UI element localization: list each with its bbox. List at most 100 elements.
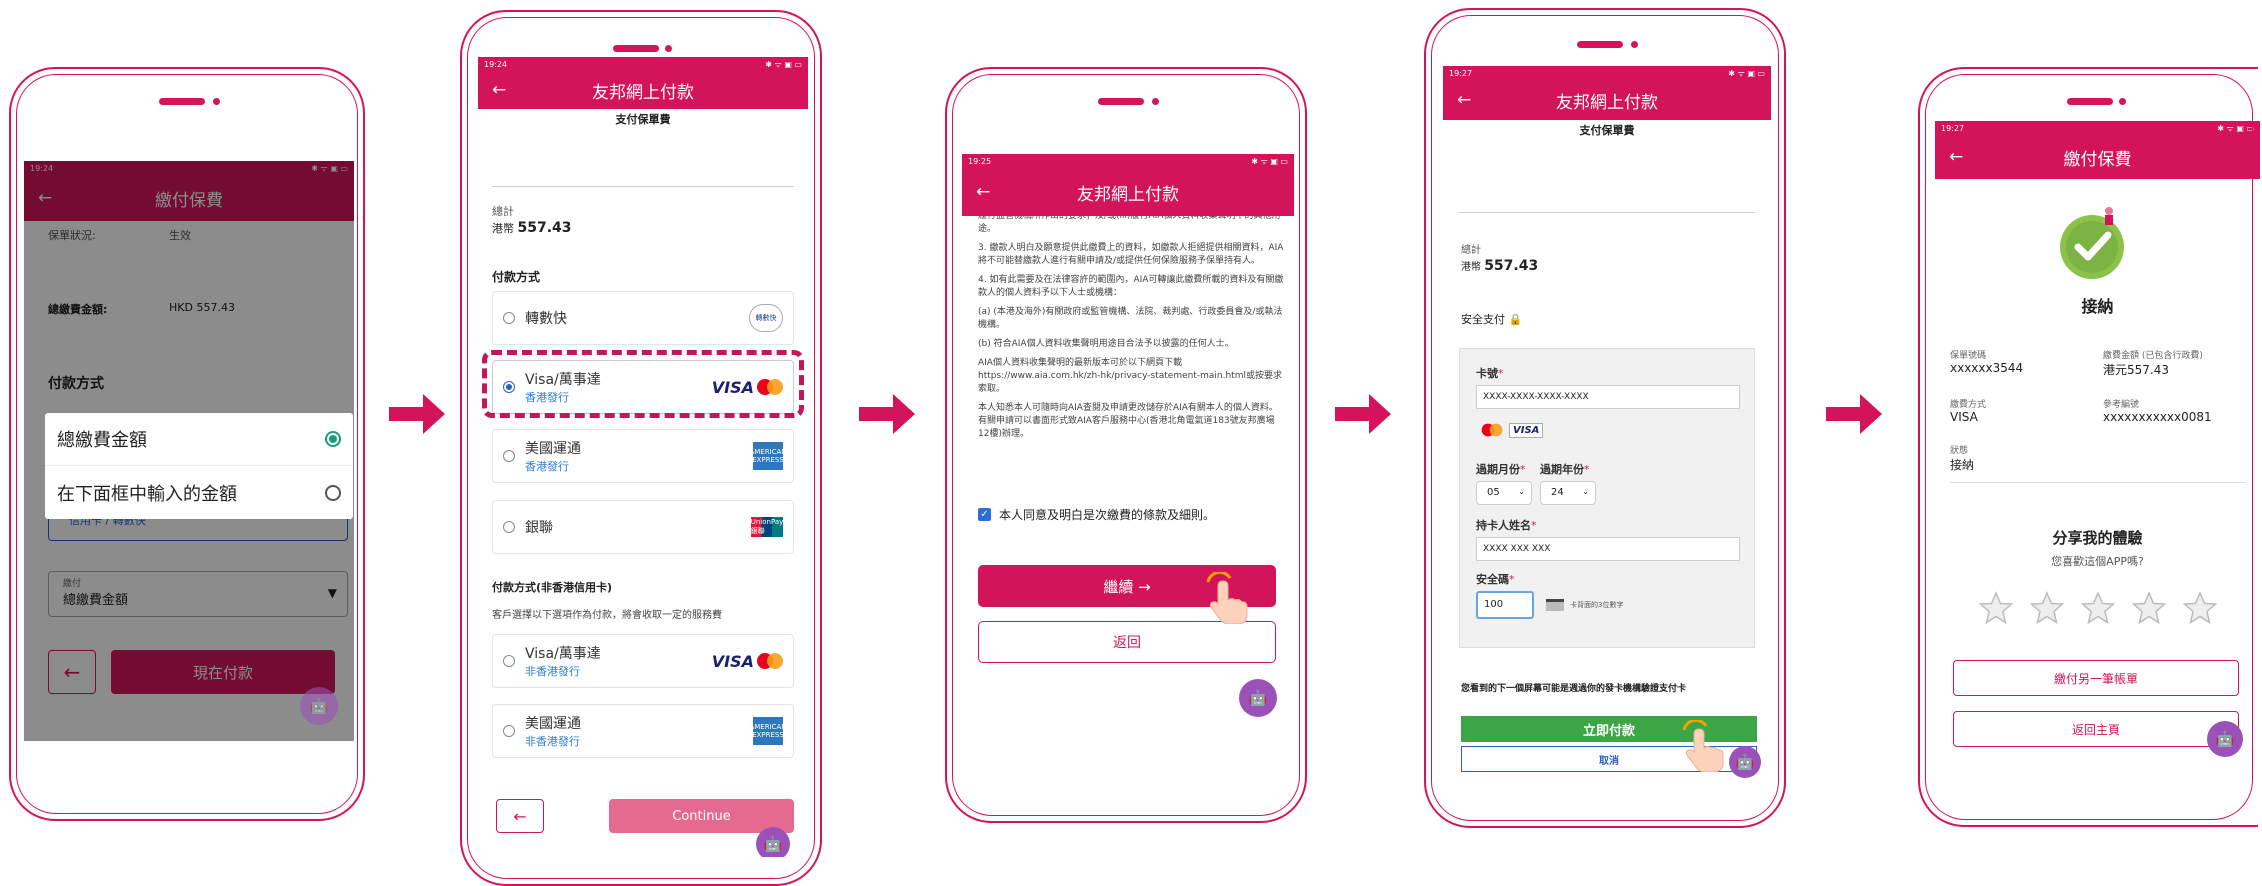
dropdown-option-custom[interactable]: 在下面框中輸入的金額 bbox=[45, 466, 353, 519]
terms-text: 履行監管機構所作出的要求；及/或(iii)履行AIA個人資料收集聲明中的其他用途… bbox=[962, 210, 1294, 441]
return-button[interactable]: 返回 bbox=[978, 621, 1276, 663]
title-bar: ← 繳付保費 bbox=[1935, 135, 2260, 179]
method-label: 繳費方式 bbox=[1950, 400, 1987, 410]
dropdown-option-label: 在下面框中輸入的金額 bbox=[57, 483, 237, 505]
back-arrow-icon[interactable]: ← bbox=[976, 182, 990, 202]
total-label: 總計 bbox=[1461, 245, 1481, 256]
status-time: 19:25 bbox=[968, 156, 992, 166]
total-amount: 港幣 557.43 bbox=[1461, 258, 1538, 274]
speaker bbox=[2067, 98, 2113, 105]
chevron-down-icon: ⌄ bbox=[1582, 487, 1589, 496]
divider bbox=[1950, 482, 2245, 483]
card-form: 卡號* XXXX-XXXX-XXXX-XXXX VISA 過期月份* 過期年份*… bbox=[1459, 348, 1755, 648]
radio-icon bbox=[503, 655, 515, 667]
share-question: 您喜歡這個APP嗎? bbox=[2051, 555, 2144, 568]
page-title: 友邦網上付款 bbox=[1077, 184, 1179, 205]
option-amex-hk[interactable]: 美國運通 香港發行 AMERICAN EXPRESS bbox=[492, 429, 794, 483]
exp-month-label: 過期月份* bbox=[1476, 461, 1526, 477]
cvv-input[interactable]: 100 bbox=[1476, 591, 1534, 619]
accepted-heading: 接納 bbox=[2081, 297, 2114, 316]
terms-paragraph: AIA個人資料收集聲明的最新版本可於以下網頁下載 https://www.aia… bbox=[978, 358, 1282, 394]
option-unionpay[interactable]: 銀聯 UnionPay 銀聯 bbox=[492, 500, 794, 554]
card-number-input[interactable]: XXXX-XXXX-XXXX-XXXX bbox=[1476, 385, 1740, 409]
star-icon[interactable] bbox=[2030, 591, 2064, 625]
home-button[interactable]: 返回主頁 bbox=[1953, 711, 2239, 747]
speaker bbox=[613, 45, 659, 52]
total-label: 總計 bbox=[492, 205, 514, 218]
option-amex-nonhk[interactable]: 美國運通 非香港發行 AMERICAN EXPRESS bbox=[492, 704, 794, 758]
terms-paragraph: (a) (本港及海外)有關政府或監管機構、法院、裁判處、行政委員會及/或執法機構… bbox=[978, 307, 1283, 330]
option-fps[interactable]: 轉數快 轉數快 bbox=[492, 291, 794, 345]
nonhk-heading: 付款方式(非香港信用卡) bbox=[492, 581, 613, 594]
title-bar: ← 友邦網上付款 bbox=[478, 71, 808, 109]
chatbot-icon[interactable]: 🤖 bbox=[300, 687, 338, 725]
mastercard-logo-icon bbox=[1481, 423, 1503, 437]
cvv-label: 安全碼* bbox=[1476, 571, 1515, 587]
radio-icon bbox=[503, 521, 515, 533]
radio-selected-icon bbox=[325, 431, 341, 447]
status-icons: ✱ ᯤ ▣ ▭ bbox=[1251, 156, 1288, 166]
lock-icon: 🔒 bbox=[1508, 313, 1523, 326]
cvv-hint-text: 卡背面的3位數字 bbox=[1570, 601, 1624, 609]
policy-no-value: xxxxxx3544 bbox=[1950, 361, 2024, 375]
back-arrow-icon[interactable]: ← bbox=[1457, 90, 1471, 110]
terms-paragraph: 本人知悉本人可隨時向AIA查閱及申請更改儲存於AIA有關本人的個人資料。有關申請… bbox=[978, 403, 1278, 439]
status-icons: ✱ ᯤ ▣ ▭ bbox=[765, 59, 802, 69]
phone-frame-5: 19:27 ✱ ᯤ ▣ ▭ ← 繳付保費 接納 保單號碼 xxxxxx3544 繳… bbox=[1918, 67, 2260, 827]
ref-value: xxxxxxxxxxx0081 bbox=[2103, 410, 2212, 424]
agree-label: 本人同意及明白是次繳費的條款及細則。 bbox=[999, 508, 1216, 522]
required-mark: * bbox=[1498, 367, 1504, 380]
nonhk-note: 客戶選擇以下選項作為付款，將會收取一定的服務費 bbox=[492, 610, 722, 621]
radio-icon bbox=[503, 450, 515, 462]
back-button[interactable]: ← bbox=[496, 799, 544, 833]
currency: 港幣 bbox=[1461, 262, 1481, 273]
required-mark: * bbox=[1531, 519, 1537, 532]
camera bbox=[665, 45, 672, 52]
required-mark: * bbox=[1520, 463, 1526, 476]
pay-another-button[interactable]: 繳付另一筆帳單 bbox=[1953, 660, 2239, 696]
title-bar: ← 友邦網上付款 bbox=[962, 168, 1294, 216]
camera bbox=[2119, 98, 2126, 105]
exp-month-select[interactable]: 05 ⌄ bbox=[1476, 481, 1532, 505]
screen-5: 19:27 ✱ ᯤ ▣ ▭ ← 繳付保費 接納 保單號碼 xxxxxx3544 繳… bbox=[1935, 121, 2260, 761]
exp-year-select[interactable]: 24 ⌄ bbox=[1540, 481, 1596, 505]
radio-unselected-icon bbox=[325, 484, 341, 501]
fps-logo-icon: 轉數快 bbox=[749, 304, 783, 332]
dropdown-option-total[interactable]: 總繳費金額 bbox=[45, 413, 353, 466]
divider bbox=[1459, 212, 1755, 213]
card-logos: VISA bbox=[1476, 422, 1544, 438]
star-icon[interactable] bbox=[2081, 591, 2115, 625]
unionpay-logo-icon: UnionPay 銀聯 bbox=[750, 517, 784, 537]
checkbox-checked-icon[interactable]: ✓ bbox=[978, 508, 991, 521]
chatbot-icon[interactable]: 🤖 bbox=[756, 827, 790, 857]
camera bbox=[213, 98, 220, 105]
flow-arrow-icon bbox=[389, 394, 445, 434]
page-title: 友邦網上付款 bbox=[1556, 92, 1658, 113]
chatbot-icon[interactable]: 🤖 bbox=[1729, 746, 1761, 778]
status-bar: 19:24 ✱ ᯤ ▣ ▭ bbox=[478, 57, 808, 71]
back-arrow-icon[interactable]: ← bbox=[1949, 147, 1963, 167]
phone-frame-1: 19:24 ✱ ᯤ ▣ ▭ ← 繳付保費 保單狀況: 生效 總繳費金額: HKD … bbox=[9, 67, 365, 821]
required-mark: * bbox=[1584, 463, 1590, 476]
label-text: 過期月份 bbox=[1476, 463, 1520, 476]
option-visa-mastercard-nonhk[interactable]: Visa/萬事達 非香港發行 VISA bbox=[492, 634, 794, 688]
secure-payment-label: 安全支付 🔒 bbox=[1461, 311, 1522, 327]
star-icon[interactable] bbox=[2183, 591, 2217, 625]
flow-arrow-icon bbox=[1335, 394, 1391, 434]
star-icon[interactable] bbox=[1979, 591, 2013, 625]
status-label: 狀態 bbox=[1950, 446, 1969, 456]
agree-row[interactable]: ✓ 本人同意及明白是次繳費的條款及細則。 bbox=[978, 506, 1215, 523]
screen-1: 19:24 ✱ ᯤ ▣ ▭ ← 繳付保費 保單狀況: 生效 總繳費金額: HKD … bbox=[24, 161, 354, 741]
camera bbox=[1152, 98, 1159, 105]
holder-input[interactable]: XXXX XXX XXX bbox=[1476, 537, 1740, 561]
chatbot-icon[interactable]: 🤖 bbox=[1239, 679, 1277, 717]
option-label: Visa/萬事達 bbox=[525, 646, 601, 662]
success-check-icon bbox=[2060, 207, 2124, 279]
back-arrow-icon[interactable]: ← bbox=[492, 80, 506, 100]
ref-label: 參考編號 bbox=[2103, 400, 2140, 410]
phone-frame-3: 19:25 ✱ ᯤ ▣ ▭ ← 友邦網上付款 履行監管機構所作出的要求；及/或(i… bbox=[945, 67, 1307, 823]
status-icons: ✱ ᯤ ▣ ▭ bbox=[2217, 123, 2254, 133]
chatbot-icon[interactable]: 🤖 bbox=[2207, 721, 2243, 757]
status-time: 19:27 bbox=[1449, 68, 1473, 78]
star-icon[interactable] bbox=[2132, 591, 2166, 625]
